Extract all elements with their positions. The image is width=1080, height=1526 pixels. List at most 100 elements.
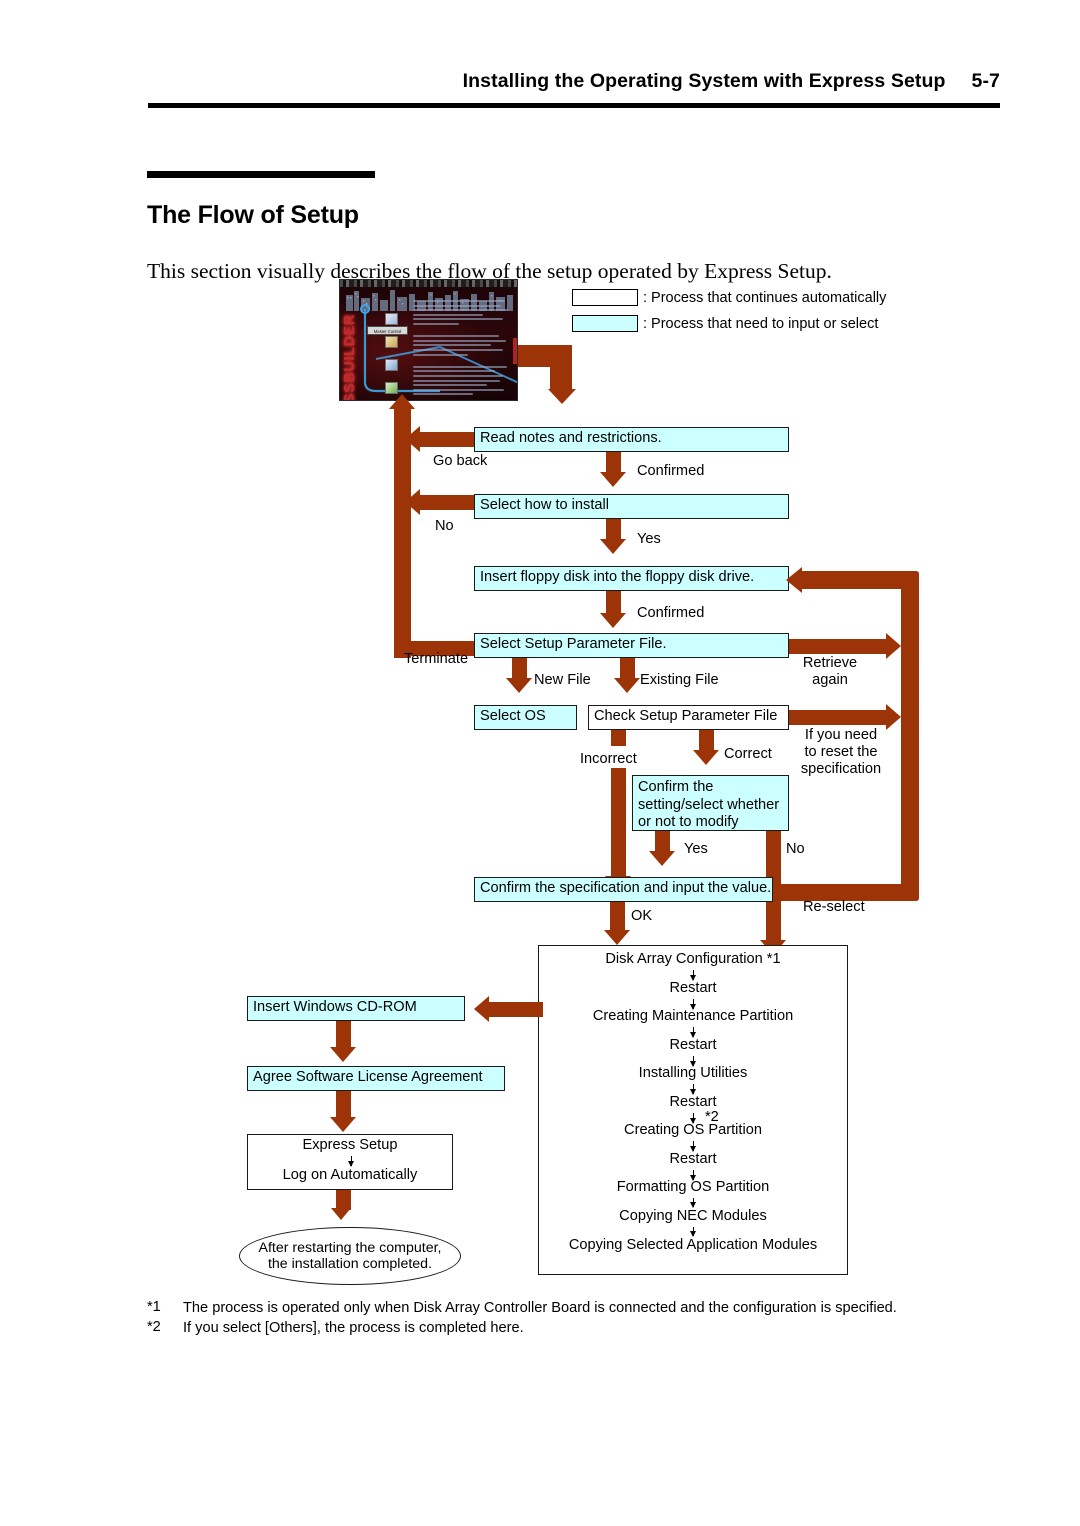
page-title: The Flow of Setup (147, 200, 359, 229)
process-arrow-1 (690, 970, 696, 981)
connector-no-1 (420, 495, 478, 510)
process-step-disk-array: Disk Array Configuration *1 (605, 951, 781, 967)
connector-correct (699, 730, 714, 752)
section-title-rule (147, 171, 375, 178)
splash-product-name: EXPRESSBUILDER (342, 314, 358, 401)
edge-label-go-back: Go back (433, 453, 488, 469)
arrowhead-right-return-to-floppy (786, 567, 802, 593)
edge-label-re-select: Re-select (803, 899, 865, 915)
header-divider (148, 103, 1000, 108)
tools-icon (384, 336, 398, 348)
process-step-installing-utils: Installing Utilities (638, 1065, 748, 1081)
express-setup-label: Express Setup (302, 1137, 398, 1153)
arrowhead-left-return-to-splash (389, 394, 415, 409)
edge-label-correct: Correct (724, 746, 772, 762)
arrowhead-cdrom-to-license (330, 1047, 356, 1062)
arrowhead-new-file (506, 678, 532, 693)
exit-icon (384, 382, 398, 394)
splash-red-accent (513, 338, 517, 364)
flow-box-insert-floppy[interactable]: Insert floppy disk into the floppy disk … (474, 566, 789, 591)
process-step-restart-1: Restart (669, 980, 717, 996)
arrowhead-no-1 (405, 489, 420, 515)
connector-express-to-final (336, 1190, 351, 1210)
edge-label-ok: OK (631, 908, 653, 924)
automatic-process-box: Disk Array Configuration *1 Restart Crea… (538, 945, 848, 1275)
setup-icon (384, 313, 398, 325)
edge-label-confirmed-2: Confirmed (637, 605, 705, 621)
footnote-2: *2 If you select [Others], the process i… (147, 1319, 987, 1338)
edge-label-no-2: No (786, 841, 805, 857)
edge-label-no-1: No (435, 518, 454, 534)
process-step-copying-selected: Copying Selected Application Modules (568, 1237, 818, 1253)
legend-item-automatic: : Process that continues automatically (572, 289, 886, 306)
flow-box-read-notes[interactable]: Read notes and restrictions. (474, 427, 789, 452)
process-arrow-7 (690, 1141, 696, 1152)
connector-incorrect-b (611, 768, 626, 878)
connector-retrieve-again (789, 639, 889, 654)
page-header: Installing the Operating System with Exp… (0, 70, 1000, 93)
page-number: 5-7 (971, 70, 1000, 92)
connector-process-to-cdrom (489, 1002, 543, 1017)
process-step-copying-nec: Copying NEC Modules (619, 1208, 767, 1224)
right-return-bar (901, 571, 919, 901)
footnote-1-text: The process is operated only when Disk A… (183, 1300, 897, 1316)
arrowhead-selecthow-to-floppy (600, 539, 626, 554)
footnote-2-marker: *2 (147, 1318, 161, 1335)
connector-new-file (512, 658, 527, 680)
legend-label-input: : Process that need to input or select (643, 315, 879, 332)
legend-swatch-cyan (572, 315, 638, 332)
help-icon (384, 359, 398, 371)
flow-box-insert-windows-cdrom[interactable]: Insert Windows CD-ROM (247, 996, 465, 1021)
process-step-creating-os-part: Creating OS Partition (624, 1122, 762, 1138)
legend-label-automatic: : Process that continues automatically (643, 289, 887, 306)
connector-ok (610, 902, 625, 932)
flow-box-confirm-specification-input-value[interactable]: Confirm the specification and input the … (474, 877, 773, 902)
process-arrow-3 (690, 1027, 696, 1038)
log-on-automatically-label: Log on Automatically (282, 1167, 418, 1183)
arrowhead-reset-specification (886, 704, 901, 730)
edge-label-terminate: Terminate (404, 651, 469, 667)
edge-label-confirmed-1: Confirmed (637, 463, 705, 479)
edge-label-retrieve-again: Retrieve again (802, 655, 858, 689)
splash-titlebar (340, 280, 517, 287)
footnote-1: *1 The process is operated only when Dis… (147, 1299, 987, 1318)
flow-box-express-setup: Express Setup Log on Automatically (247, 1134, 453, 1190)
legend-item-input: : Process that need to input or select (572, 315, 878, 332)
connector-license-to-express (336, 1091, 351, 1119)
arrowhead-splash-to-read (548, 389, 576, 404)
edge-label-incorrect: Incorrect (580, 751, 637, 767)
connector-incorrect-a (611, 730, 626, 746)
footnotes: *1 The process is operated only when Dis… (147, 1299, 987, 1338)
process-step-formatting-os: Formatting OS Partition (616, 1179, 770, 1195)
flow-box-select-how-to-install[interactable]: Select how to install (474, 494, 789, 519)
edge-label-existing-file: Existing File (640, 672, 719, 688)
edge-label-yes-2: Yes (684, 841, 708, 857)
process-step-restart-3: Restart (669, 1094, 717, 1110)
arrowhead-yes-2 (649, 851, 675, 866)
connector-reset-specification (789, 710, 889, 725)
arrowhead-license-to-express (330, 1117, 356, 1132)
express-inner-arrow (348, 1156, 354, 1167)
flow-box-select-os[interactable]: Select OS (474, 705, 577, 730)
arrowhead-retrieve-again (886, 633, 901, 659)
connector-yes-2 (655, 831, 670, 853)
intro-paragraph: This section visually describes the flow… (147, 258, 832, 283)
flow-box-confirm-setting-modify[interactable]: Confirm the setting/select whether or no… (632, 775, 789, 831)
connector-go-back (420, 432, 478, 447)
flow-terminator-final: After restarting the computer, the insta… (239, 1227, 461, 1285)
process-arrow-10 (690, 1227, 696, 1237)
arrowhead-express-to-final (331, 1208, 351, 1220)
flow-box-select-setup-parameter-file[interactable]: Select Setup Parameter File. (474, 633, 789, 658)
arrowhead-existing-file (614, 678, 640, 693)
splash-tooltip: Master Control (367, 326, 408, 335)
header-title-text: Installing the Operating System with Exp… (462, 70, 946, 92)
flow-box-check-setup-parameter-file[interactable]: Check Setup Parameter File (588, 705, 789, 730)
arrowhead-process-to-cdrom (474, 996, 489, 1022)
arrowhead-floppy-to-param (600, 613, 626, 628)
footnote-2-text: If you select [Others], the process is c… (183, 1319, 524, 1336)
arrowhead-ok (604, 930, 630, 945)
flow-box-agree-license[interactable]: Agree Software License Agreement (247, 1066, 505, 1091)
process-step-restart-4: Restart (669, 1151, 717, 1167)
connector-right-return-top (800, 571, 919, 589)
edge-label-reset-specification: If you need to reset the specification (800, 727, 882, 778)
